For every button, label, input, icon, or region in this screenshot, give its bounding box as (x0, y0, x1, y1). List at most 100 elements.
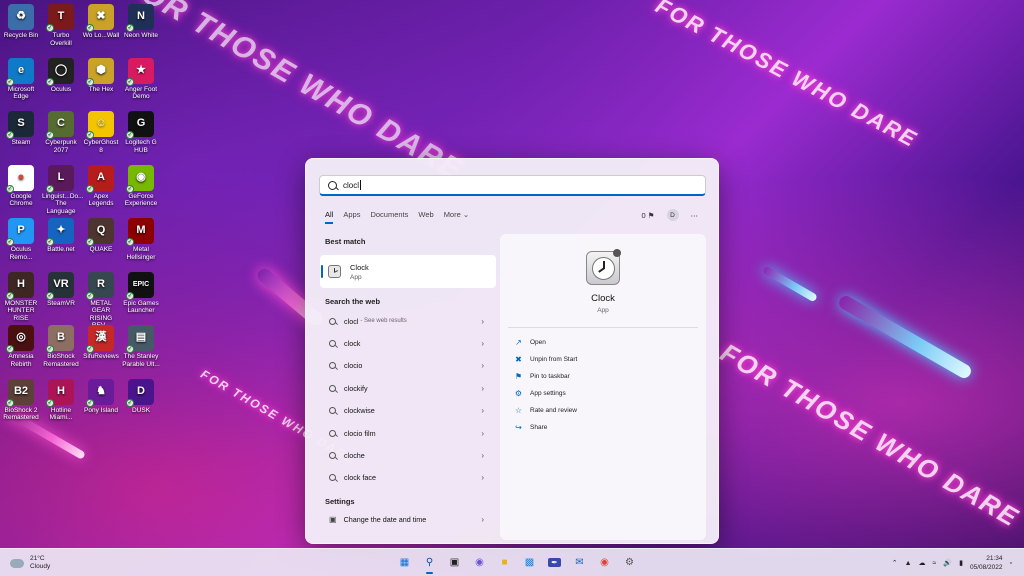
action-label: Share (530, 424, 548, 431)
desktop-icon[interactable]: VR ✓ SteamVR (42, 271, 80, 308)
desktop-icon[interactable]: H ✓ MONSTER HUNTER RISE (2, 271, 40, 323)
desktop-icon[interactable]: L ✓ Linguist...Do... The Language (42, 164, 84, 216)
desktop-icon[interactable]: A ✓ Apex Legends (82, 164, 120, 208)
desktop-icon[interactable]: ☺ ✓ CyberGhost 8 (82, 111, 120, 154)
desktop-icon[interactable]: ⬢ ✓ The Hex (82, 57, 120, 94)
battery-icon[interactable]: ▮ (959, 559, 963, 567)
chevron-right-icon: › (481, 383, 484, 393)
web-result-hint: - See web results (360, 318, 407, 325)
app-icon: ▤ ✓ (126, 325, 154, 353)
desktop-icon[interactable]: T ✓ Turbo Overkill (42, 4, 80, 47)
action-label: App settings (530, 390, 566, 397)
desktop-icon[interactable]: C ✓ Cyberpunk 2077 (42, 111, 80, 154)
sync-check-icon: ✓ (6, 238, 14, 246)
tab-all[interactable]: All (325, 210, 334, 224)
wallpaper-slogan-2: FOR THOSE WHO DARE (715, 337, 1024, 533)
task-view-button[interactable]: ▣ (445, 553, 464, 572)
web-result-row[interactable]: clock face › (320, 467, 496, 489)
desktop-icon[interactable]: ♞ ✓ Pony Island (82, 378, 120, 415)
start-button[interactable]: ▦ (395, 553, 414, 572)
app-icon: G ✓ (126, 111, 154, 139)
app-icon: S ✓ (6, 111, 34, 139)
desktop-icon[interactable]: ◉ ✓ GeForce Experience (122, 164, 160, 208)
tab-web[interactable]: Web (418, 210, 433, 224)
web-result-row[interactable]: clockify › (320, 377, 496, 399)
avatar[interactable]: D (666, 209, 679, 221)
desktop-icon[interactable]: 漢 ✓ SifuReviews (82, 325, 120, 361)
desktop-icon[interactable]: ✦ ✓ Battle.net (42, 218, 80, 254)
search-button[interactable]: ⚲ (420, 553, 439, 574)
tab-more[interactable]: More ⌄ (444, 210, 469, 224)
desktop-icon[interactable]: B2 ✓ BioShock 2 Remastered (2, 378, 40, 422)
desktop-icon[interactable]: ✖ ✓ Wo Lo...Wall (82, 4, 120, 40)
web-result-row[interactable]: clocio › (320, 355, 496, 377)
settings-icon: ▣ (329, 514, 337, 524)
app-icon: ♻ (8, 4, 34, 30)
chevron-up-icon[interactable]: ⌃ (892, 559, 898, 567)
web-result-row[interactable]: clock › (320, 332, 496, 354)
desktop-icon[interactable]: Q ✓ QUAKE (82, 218, 120, 254)
pen-app-button[interactable]: ✒ (545, 553, 564, 572)
search-input[interactable]: clocl (319, 175, 706, 196)
wifi-icon[interactable]: ≈ (933, 560, 937, 567)
action-share[interactable]: ↪ Share (500, 419, 706, 436)
action-pin[interactable]: ⚑ Pin to taskbar (500, 368, 706, 385)
desktop-icon[interactable]: ♻ Recycle Bin (2, 4, 40, 40)
best-match-result[interactable]: Clock App (320, 255, 496, 288)
windows-icon: ▦ (399, 557, 410, 568)
sync-check-icon: ✓ (126, 345, 134, 353)
action-star[interactable]: ☆ Rate and review (500, 402, 706, 419)
app-icon: ★ ✓ (126, 57, 154, 86)
web-result-row[interactable]: clocio film › (320, 422, 496, 444)
desktop-icon[interactable]: e ✓ Microsoft Edge (2, 57, 40, 101)
web-result-row[interactable]: clocl - See web results › (320, 310, 496, 332)
desktop-icon[interactable]: G ✓ Logitech G HUB (122, 111, 160, 154)
app-icon: A ✓ (86, 164, 114, 193)
notification-icon[interactable]: ▫ (1010, 560, 1012, 567)
trophy-icon: ⚑ (645, 210, 655, 220)
desktop-icon[interactable]: S ✓ Steam (2, 111, 40, 147)
desktop-icon[interactable]: D ✓ DUSK (122, 378, 160, 415)
desktop-icon[interactable]: B ✓ BioShock Remastered (42, 325, 80, 368)
armoury-icon[interactable]: ▲ (905, 560, 912, 567)
desktop-icon[interactable]: ★ ✓ Anger Foot Demo (122, 57, 160, 101)
tab-apps[interactable]: Apps (343, 210, 360, 224)
tab-documents[interactable]: Documents (370, 210, 408, 224)
app-icon: ◉ ✓ (126, 164, 154, 193)
teams-chat-button[interactable]: ◉ (470, 553, 489, 572)
action-unpin[interactable]: ✖ Unpin from Start (500, 351, 706, 368)
settings-button[interactable]: ⚙ (620, 553, 639, 572)
taskbar-clock[interactable]: 21:34 05/08/2022 (970, 554, 1003, 572)
mail-button[interactable]: ✉ (570, 553, 589, 572)
rewards-points[interactable]: 0 ⚑ (642, 211, 655, 220)
text-caret (360, 180, 362, 190)
desktop-icon[interactable]: H ✓ Hotline Miami... (42, 378, 80, 422)
settings-heading: Settings (325, 497, 355, 507)
file-explorer-button[interactable]: ■ (495, 553, 514, 572)
app-icon: C ✓ (46, 111, 74, 139)
desktop-icon[interactable]: EPIC ✓ Epic Games Launcher (122, 271, 160, 315)
desktop-icon[interactable]: ◯ ✓ Oculus (42, 57, 80, 94)
app-icon: EPIC ✓ (126, 271, 154, 300)
desktop-icon[interactable]: N ✓ Neon White (122, 4, 160, 40)
web-result-row[interactable]: cloche › (320, 444, 496, 466)
more-options-icon[interactable]: ⋯ (691, 211, 699, 220)
microsoft-store-button[interactable]: ▩ (520, 553, 539, 572)
weather-widget[interactable]: 21°C Cloudy (10, 555, 50, 571)
cloud-sync-icon[interactable]: ☁ (919, 559, 926, 567)
settings-result[interactable]: ▣ Change the date and time › (320, 508, 496, 530)
desktop-icon[interactable]: ◎ ✓ Amnesia Rebirth (2, 325, 40, 368)
sync-check-icon: ✓ (86, 345, 94, 353)
desktop-icon[interactable]: M ✓ Metal Hellsinger (122, 218, 160, 261)
desktop-icon[interactable]: ▤ ✓ The Stanley Parable Ult... (122, 325, 160, 368)
chrome-button[interactable]: ◉ (595, 553, 614, 572)
volume-icon[interactable]: 🔊 (943, 559, 952, 567)
desktop-icon[interactable]: P ✓ Oculus Remo... (2, 218, 40, 261)
web-result-row[interactable]: clockwise › (320, 400, 496, 422)
action-open[interactable]: ↗ Open (500, 334, 706, 351)
desktop-icon[interactable]: ● ✓ Google Chrome (2, 164, 40, 208)
desktop-icon-label: Linguist...Do... The Language (42, 192, 84, 215)
action-gear[interactable]: ⚙ App settings (500, 385, 706, 402)
web-result-term: clockify (344, 383, 368, 393)
desktop-icon[interactable]: R✓METAL GEAR RISING REV... (82, 271, 120, 330)
